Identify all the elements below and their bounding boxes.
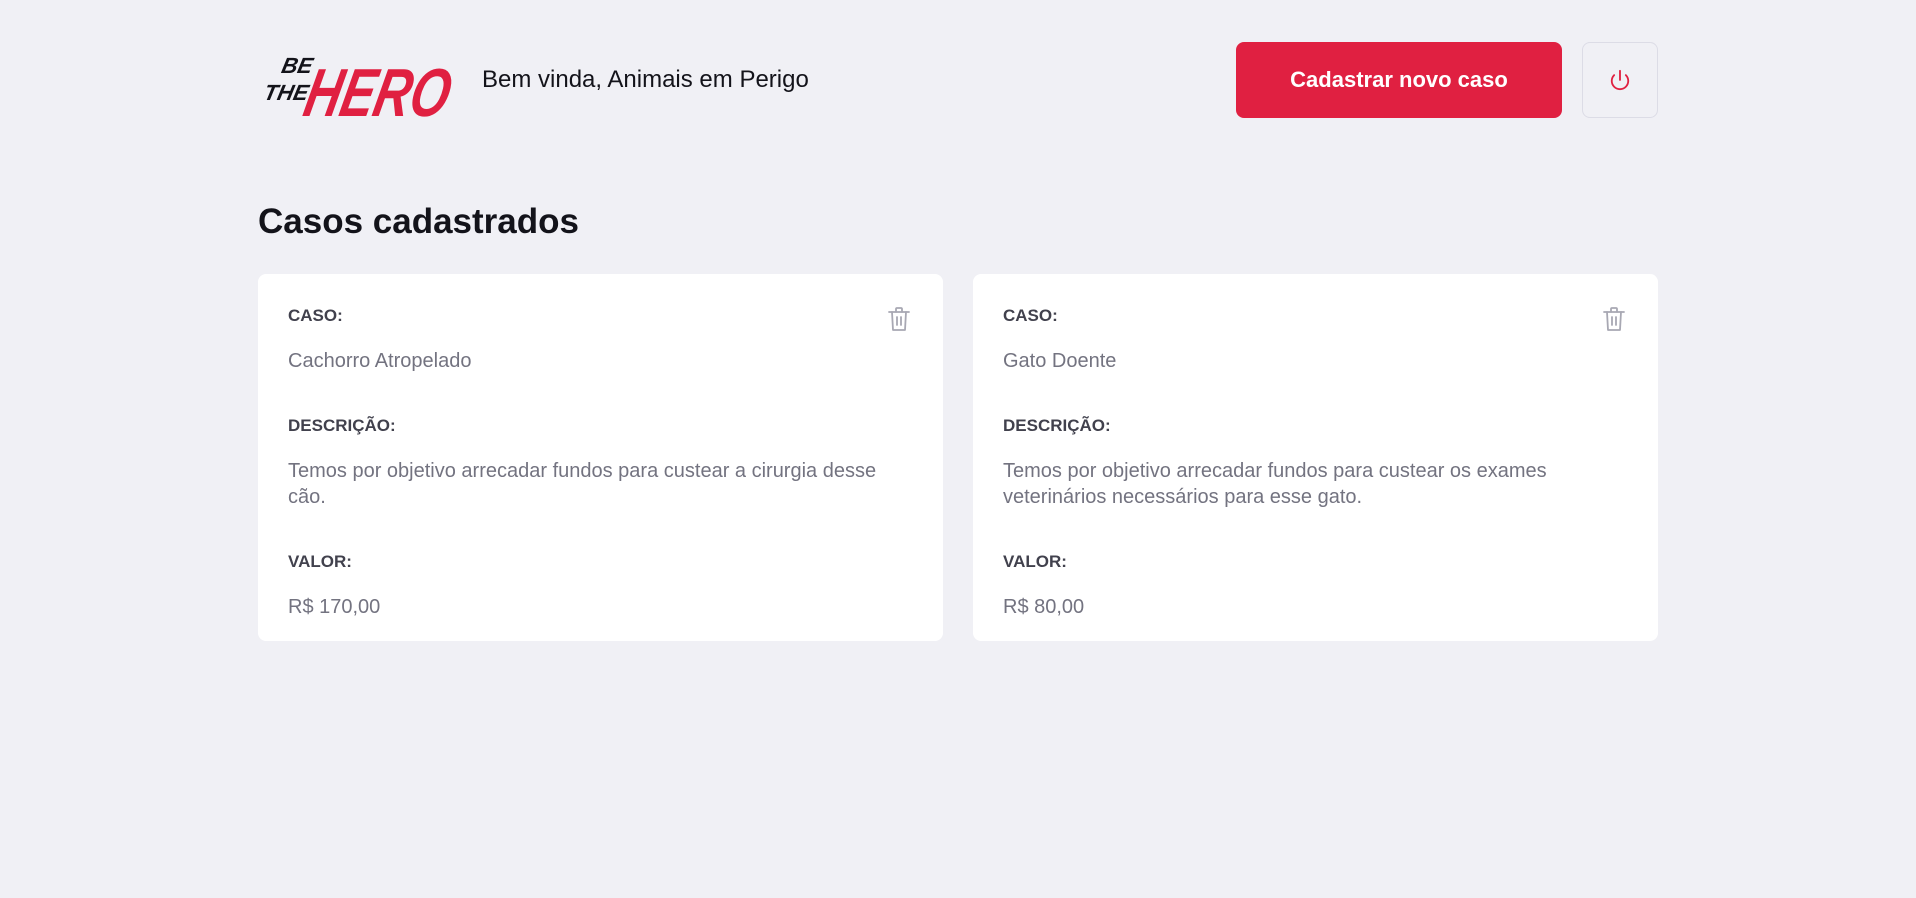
profile-page: BE THE HERO Bem vinda, Animais em Perigo… bbox=[258, 0, 1658, 641]
case-value: R$ 80,00 bbox=[1003, 596, 1085, 618]
be-the-hero-logo: BE THE HERO bbox=[258, 38, 452, 122]
logout-button[interactable] bbox=[1582, 42, 1658, 118]
case-title: Cachorro Atropelado bbox=[288, 350, 472, 372]
delete-case-button[interactable] bbox=[885, 304, 913, 334]
case-card: CASO: Cachorro Atropelado DESCRIÇÃO: Tem… bbox=[258, 274, 943, 641]
case-value: R$ 170,00 bbox=[288, 596, 381, 618]
description-label: DESCRIÇÃO: bbox=[288, 416, 396, 435]
logo-image: BE THE HERO bbox=[262, 53, 452, 122]
case-description: Temos por objetivo arrecadar fundos para… bbox=[288, 460, 877, 508]
cases-list: CASO: Cachorro Atropelado DESCRIÇÃO: Tem… bbox=[258, 274, 1658, 641]
value-label: VALOR: bbox=[288, 552, 352, 571]
case-card: CASO: Gato Doente DESCRIÇÃO: Temos por o… bbox=[973, 274, 1658, 641]
trash-icon bbox=[1603, 307, 1625, 331]
welcome-message: Bem vinda, Animais em Perigo bbox=[482, 66, 809, 93]
case-label: CASO: bbox=[1003, 306, 1058, 325]
delete-case-button[interactable] bbox=[1600, 304, 1628, 334]
power-icon bbox=[1610, 69, 1630, 91]
trash-icon bbox=[888, 307, 910, 331]
header: BE THE HERO Bem vinda, Animais em Perigo… bbox=[258, 38, 1658, 122]
value-label: VALOR: bbox=[1003, 552, 1067, 571]
new-case-button[interactable]: Cadastrar novo caso bbox=[1236, 42, 1562, 118]
logo-line-hero: HERO bbox=[298, 55, 452, 122]
case-label: CASO: bbox=[288, 306, 343, 325]
description-label: DESCRIÇÃO: bbox=[1003, 416, 1111, 435]
case-description: Temos por objetivo arrecadar fundos para… bbox=[1003, 460, 1547, 508]
case-title: Gato Doente bbox=[1003, 350, 1117, 372]
page-title: Casos cadastrados bbox=[258, 202, 579, 241]
